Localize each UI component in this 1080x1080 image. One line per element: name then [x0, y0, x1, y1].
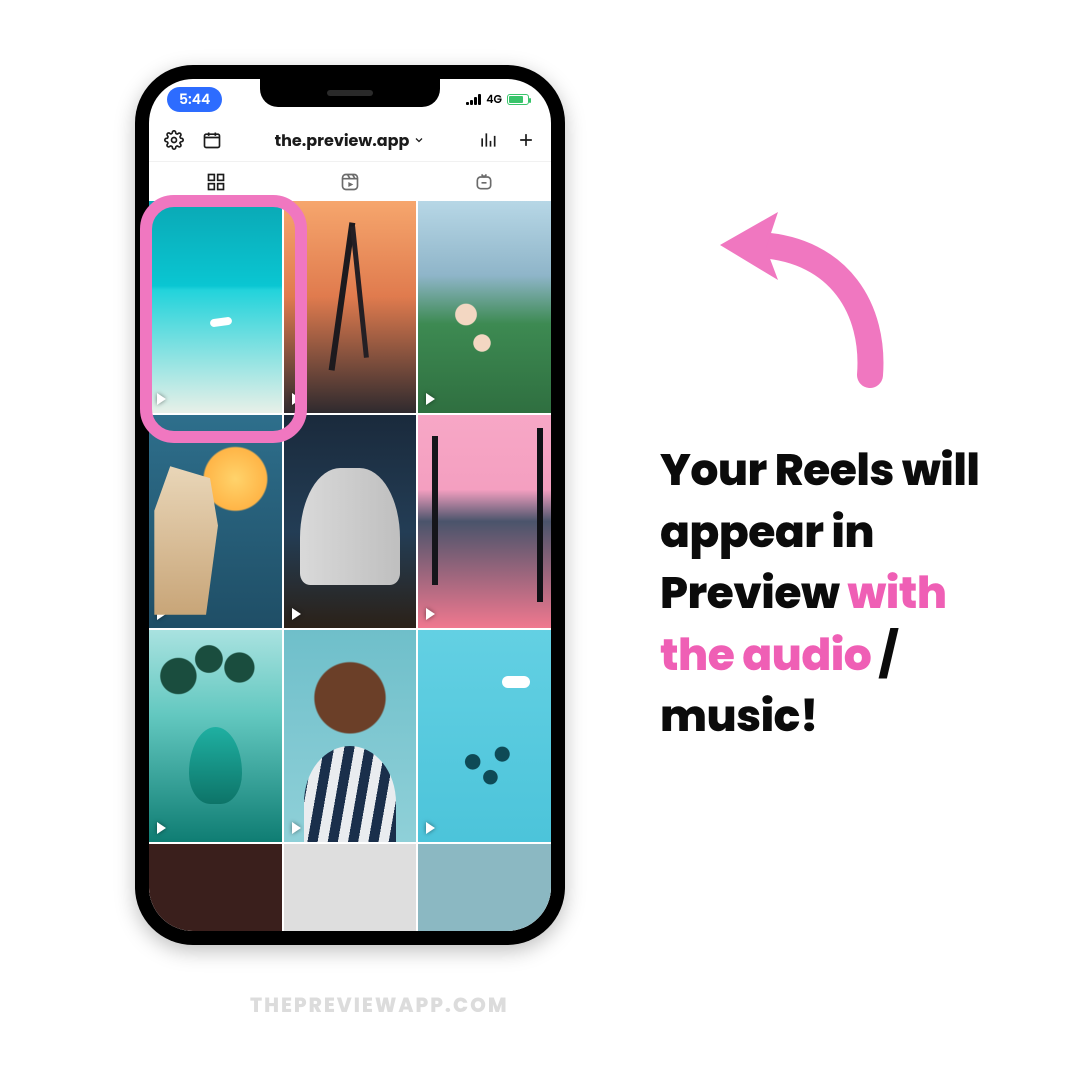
play-icon [292, 822, 301, 834]
app-toolbar: the.preview.app [149, 119, 551, 161]
phone-screen: 5:44 4G the.preview.app [149, 79, 551, 931]
reel-thumbnail[interactable] [418, 844, 551, 931]
feed-tabs [149, 161, 551, 201]
settings-gear-icon[interactable] [163, 129, 185, 151]
arrow-annotation-icon [700, 200, 900, 390]
reels-grid [149, 201, 551, 931]
reel-thumbnail[interactable] [418, 415, 551, 627]
phone-frame: 5:44 4G the.preview.app [135, 65, 565, 945]
reel-thumbnail[interactable] [284, 201, 417, 413]
username-text: the.preview.app [275, 128, 410, 153]
phone-notch [260, 79, 440, 107]
play-icon [426, 393, 435, 405]
play-icon [292, 393, 301, 405]
tab-grid[interactable] [149, 162, 283, 201]
play-icon [157, 608, 166, 620]
reel-thumbnail[interactable] [284, 415, 417, 627]
reel-thumbnail[interactable] [149, 630, 282, 842]
tab-reels[interactable] [283, 162, 417, 201]
status-right: 4G [466, 91, 529, 108]
status-time: 5:44 [167, 87, 222, 112]
battery-icon [507, 94, 529, 105]
analytics-icon[interactable] [477, 129, 499, 151]
play-icon [426, 822, 435, 834]
reel-thumbnail[interactable] [149, 844, 282, 931]
watermark-text: THEPREVIEWAPP.COM [250, 990, 509, 1020]
reel-thumbnail[interactable] [284, 844, 417, 931]
reel-thumbnail[interactable] [284, 630, 417, 842]
network-label: 4G [486, 91, 502, 108]
reel-thumbnail[interactable] [149, 201, 282, 413]
caption-text: Your Reels will appear in Preview with t… [660, 440, 1000, 748]
add-plus-icon[interactable] [515, 129, 537, 151]
reels-icon [340, 172, 360, 192]
play-icon [426, 608, 435, 620]
igtv-icon [474, 172, 494, 192]
play-icon [157, 822, 166, 834]
grid-icon [206, 172, 226, 192]
tab-igtv[interactable] [417, 162, 551, 201]
reel-thumbnail[interactable] [418, 630, 551, 842]
play-icon [292, 608, 301, 620]
reel-thumbnail[interactable] [418, 201, 551, 413]
reel-thumbnail[interactable] [149, 415, 282, 627]
play-icon [157, 393, 166, 405]
calendar-icon[interactable] [201, 129, 223, 151]
signal-icon [466, 94, 481, 105]
username-dropdown[interactable]: the.preview.app [275, 128, 426, 153]
chevron-down-icon [413, 134, 425, 146]
